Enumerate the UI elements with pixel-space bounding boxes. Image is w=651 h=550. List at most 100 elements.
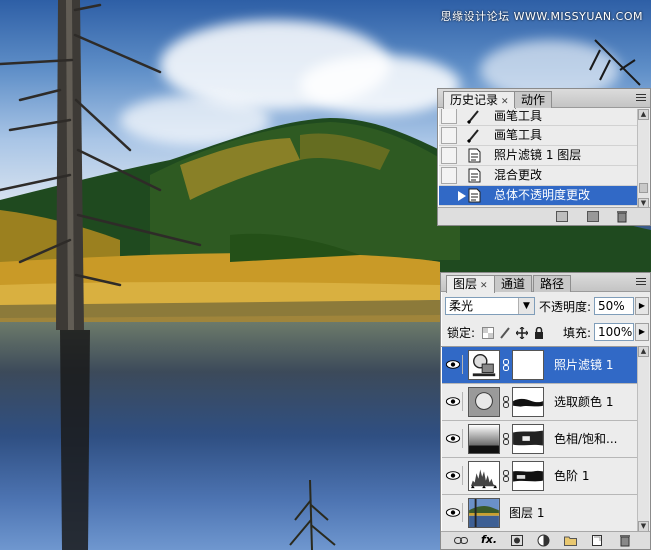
opacity-input[interactable]: 50% xyxy=(594,297,634,315)
history-state-marker-icon xyxy=(458,191,466,201)
document-icon xyxy=(468,148,481,163)
layer-name: 色相/饱和... xyxy=(554,432,618,446)
history-panel: 历史记录 ✕ 动作 画笔工具 画笔工具 照片滤镜 1 图层 混合更改 总体不透明… xyxy=(437,88,651,226)
trash-icon[interactable] xyxy=(619,534,631,547)
mask-preview xyxy=(513,388,543,416)
tab-channels[interactable]: 通道 xyxy=(494,275,533,292)
history-tabbar: 历史记录 ✕ 动作 xyxy=(438,89,650,109)
history-item[interactable]: 画笔工具 xyxy=(439,126,637,146)
history-item-selected[interactable]: 总体不透明度更改 xyxy=(439,186,637,206)
snapshot-box[interactable] xyxy=(441,147,457,164)
photo-filter-icon xyxy=(472,354,496,377)
layer-row-selected[interactable]: 照片滤镜 1 xyxy=(442,347,640,384)
layer-row[interactable]: 色阶 1 xyxy=(442,458,640,495)
tab-paths[interactable]: 路径 xyxy=(533,275,572,292)
brush-icon xyxy=(467,129,479,143)
document-icon xyxy=(468,188,481,203)
layer-mask-icon[interactable] xyxy=(511,535,523,546)
tab-history[interactable]: 历史记录 ✕ xyxy=(443,91,516,109)
opacity-slider-arrow-icon[interactable]: ▶ xyxy=(635,297,649,315)
fx-icon[interactable]: fx. xyxy=(481,533,497,546)
scroll-thumb[interactable] xyxy=(639,183,648,193)
new-snapshot-icon[interactable] xyxy=(587,211,599,222)
selective-color-icon xyxy=(469,388,499,416)
chain-link-icon[interactable] xyxy=(503,359,509,371)
lock-image-brush-icon[interactable] xyxy=(499,327,511,339)
layers-tabbar: 图层 ✕ 通道 路径 xyxy=(441,273,650,293)
layers-scrollbar[interactable]: ▲ ▼ xyxy=(637,346,649,532)
delete-state-icon[interactable] xyxy=(616,210,628,223)
watermark: 思缘设计论坛 WWW.MISSYUAN.COM xyxy=(440,10,643,23)
chain-link-icon[interactable] xyxy=(503,396,509,408)
adjustment-layer-icon[interactable] xyxy=(537,534,550,547)
snapshot-box[interactable] xyxy=(441,109,457,124)
history-item[interactable]: 混合更改 xyxy=(439,166,637,186)
close-icon[interactable]: ✕ xyxy=(501,97,509,107)
layer-mask-thumb[interactable] xyxy=(512,387,544,417)
hue-saturation-icon xyxy=(469,425,499,453)
history-item[interactable]: 照片滤镜 1 图层 xyxy=(439,146,637,166)
history-item-label: 画笔工具 xyxy=(494,109,543,123)
fill-slider-arrow-icon[interactable]: ▶ xyxy=(635,323,649,341)
tab-actions-label: 动作 xyxy=(521,93,546,107)
snapshot-box[interactable] xyxy=(441,187,457,204)
chain-link-icon[interactable] xyxy=(503,433,509,445)
tab-actions[interactable]: 动作 xyxy=(514,91,553,108)
layer-row[interactable]: 图层 1 xyxy=(442,495,640,532)
layers-panel: 图层 ✕ 通道 路径 柔光 ▼ 不透明度: 50% ▶ 锁定: 填充: 100%… xyxy=(440,272,651,550)
landscape-thumbnail xyxy=(469,499,499,527)
history-footer xyxy=(438,207,650,225)
link-layers-icon[interactable] xyxy=(454,536,468,545)
tab-layers[interactable]: 图层 ✕ xyxy=(446,275,495,293)
new-document-from-state-icon[interactable] xyxy=(556,211,568,222)
layer-mask-thumb[interactable] xyxy=(512,350,544,380)
tab-paths-label: 路径 xyxy=(540,277,565,291)
layer-list: 照片滤镜 1 选取颜色 1 色相/饱和... 色阶 1 图层 1 xyxy=(441,346,640,532)
history-item-label: 混合更改 xyxy=(494,168,543,182)
lock-fill-row: 锁定: 填充: 100% ▶ xyxy=(441,321,650,345)
group-folder-icon[interactable] xyxy=(564,535,577,546)
image-layer-thumb xyxy=(468,498,500,528)
scroll-up-arrow-icon[interactable]: ▲ xyxy=(638,346,649,357)
layer-mask-thumb[interactable] xyxy=(512,424,544,454)
scroll-up-arrow-icon[interactable]: ▲ xyxy=(638,109,649,120)
adjustment-thumb xyxy=(468,461,500,491)
close-icon[interactable]: ✕ xyxy=(480,281,488,291)
eye-visibility-icon[interactable] xyxy=(444,392,463,411)
panel-menu-icon[interactable] xyxy=(635,92,647,104)
panel-menu-icon[interactable] xyxy=(635,276,647,288)
lock-all-icon[interactable] xyxy=(533,327,545,339)
lock-position-move-icon[interactable] xyxy=(516,327,528,339)
adjustment-thumb xyxy=(468,387,500,417)
chevron-down-icon[interactable]: ▼ xyxy=(518,298,534,314)
chain-link-icon[interactable] xyxy=(503,470,509,482)
layer-name: 选取颜色 1 xyxy=(554,395,614,409)
fill-label: 填充: xyxy=(563,326,592,340)
lock-label: 锁定: xyxy=(447,326,476,340)
layer-mask-thumb[interactable] xyxy=(512,461,544,491)
history-item[interactable]: 画笔工具 xyxy=(439,109,637,126)
history-item-label: 总体不透明度更改 xyxy=(494,188,591,202)
tab-history-label: 历史记录 xyxy=(450,93,499,107)
mask-preview xyxy=(513,425,543,453)
eye-visibility-icon[interactable] xyxy=(444,503,463,522)
blend-mode-select[interactable]: 柔光 ▼ xyxy=(445,297,535,315)
layer-name: 图层 1 xyxy=(509,506,545,520)
layer-row[interactable]: 选取颜色 1 xyxy=(442,384,640,421)
eye-visibility-icon[interactable] xyxy=(444,466,463,485)
history-list: 画笔工具 画笔工具 照片滤镜 1 图层 混合更改 总体不透明度更改 xyxy=(438,109,637,209)
eye-visibility-icon[interactable] xyxy=(444,429,463,448)
eye-visibility-icon[interactable] xyxy=(444,355,463,374)
brush-icon xyxy=(467,110,479,124)
layers-footer: fx. xyxy=(441,531,650,549)
layer-row[interactable]: 色相/饱和... xyxy=(442,421,640,458)
history-scrollbar[interactable]: ▲ ▼ xyxy=(637,109,649,209)
lock-transparency-icon[interactable] xyxy=(482,327,494,339)
adjustment-thumb xyxy=(468,424,500,454)
opacity-value: 50% xyxy=(598,299,625,313)
fill-input[interactable]: 100% xyxy=(594,323,634,341)
opacity-label: 不透明度: xyxy=(539,300,592,314)
snapshot-box[interactable] xyxy=(441,127,457,144)
snapshot-box[interactable] xyxy=(441,167,457,184)
new-layer-icon[interactable] xyxy=(591,534,603,547)
